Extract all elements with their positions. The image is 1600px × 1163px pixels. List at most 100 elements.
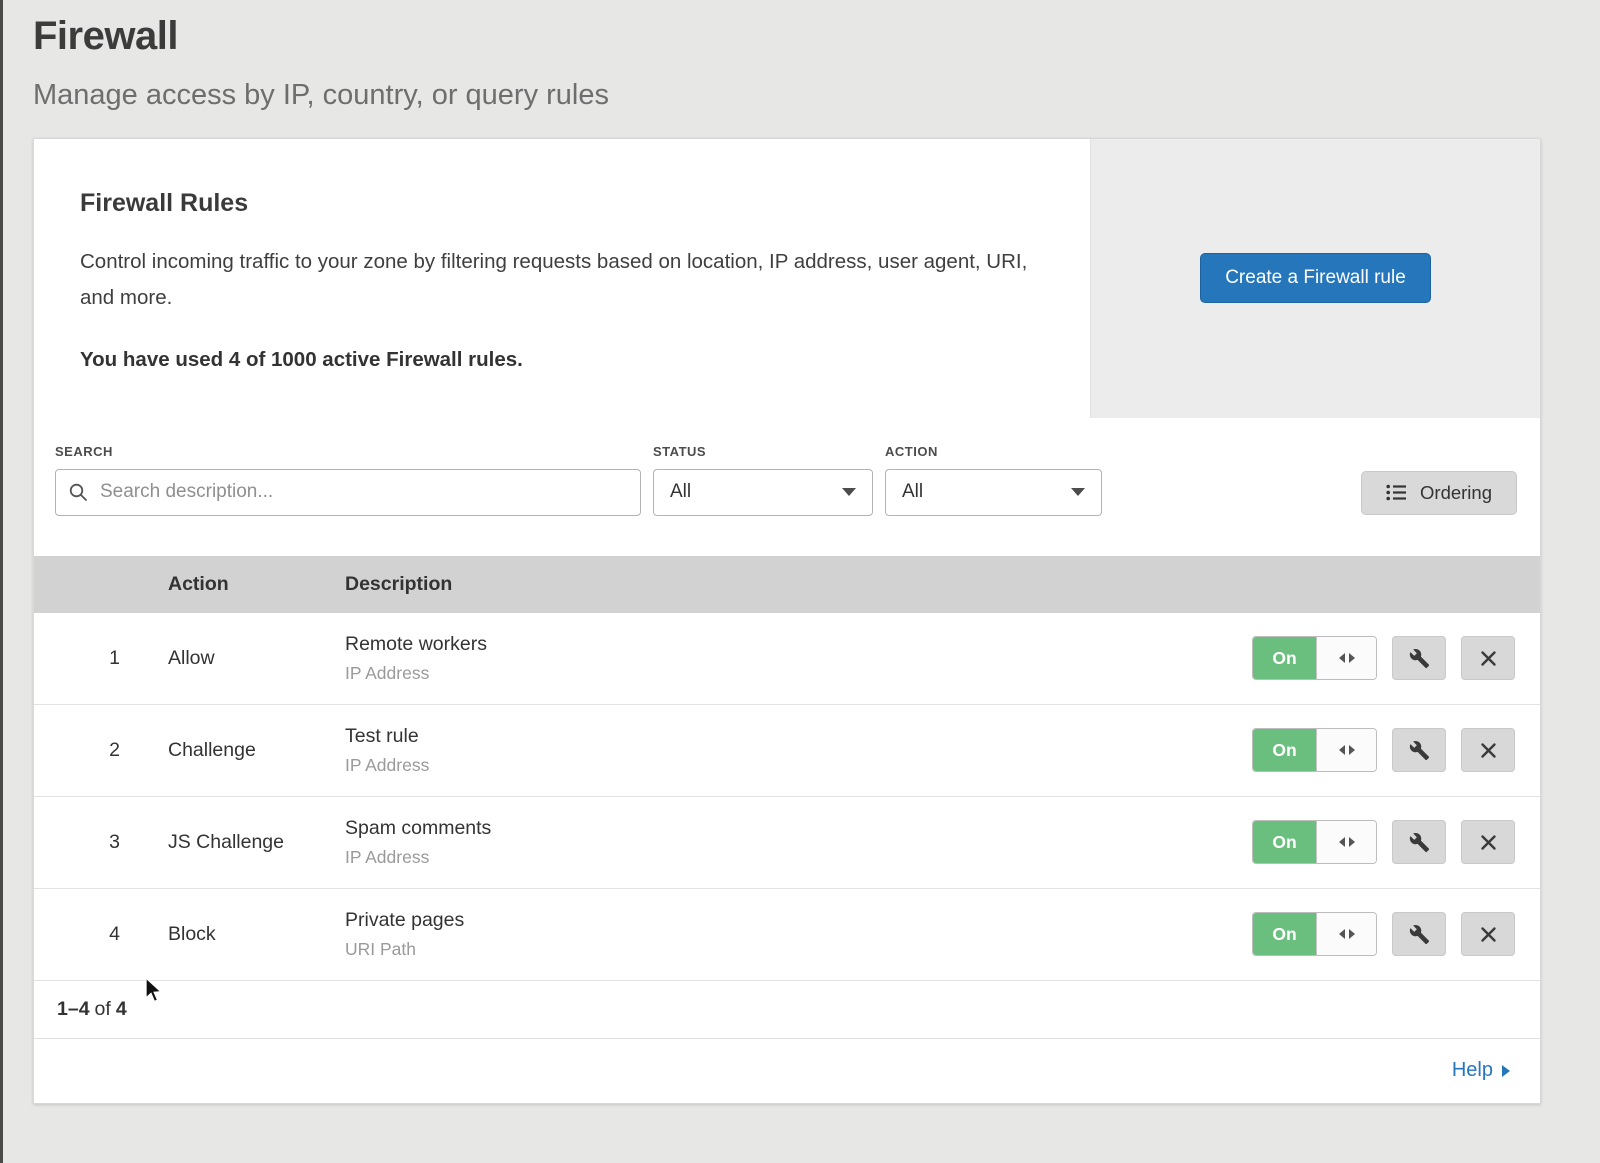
toggle-handle-icon [1316,821,1376,863]
rule-description-cell: Private pages URI Path [345,909,1251,960]
search-filter: SEARCH [55,444,641,516]
rule-enabled-toggle[interactable]: On [1252,912,1377,956]
rule-enabled-toggle[interactable]: On [1252,820,1377,864]
edit-rule-button[interactable] [1392,728,1446,772]
rule-description-cell: Remote workers IP Address [345,633,1251,684]
rule-description: Spam comments [345,817,1251,840]
rule-match-type: URI Path [345,939,1251,960]
close-icon [1480,650,1497,667]
toggle-handle-icon [1316,913,1376,955]
edit-rule-button[interactable] [1392,636,1446,680]
pagination-of: of [95,998,111,1021]
delete-rule-button[interactable] [1461,912,1515,956]
search-icon [68,482,89,503]
table-row: 4 Block Private pages URI Path On [34,889,1540,981]
rule-priority: 4 [34,923,168,946]
help-link[interactable]: Help [1452,1059,1510,1082]
card-heading: Firewall Rules [80,189,1050,218]
toggle-on-label: On [1253,821,1316,863]
firewall-rules-table: Action Description 1 Allow Remote worker… [34,556,1540,981]
chevron-down-icon [842,488,856,496]
wrench-icon [1409,924,1430,945]
wrench-icon [1409,832,1430,853]
chevron-right-icon [1502,1065,1510,1077]
action-filter: ACTION All [885,444,1102,516]
window-edge [0,0,3,1163]
ordering-filter: Ordering [1361,471,1517,516]
delete-rule-button[interactable] [1461,728,1515,772]
table-row: 2 Challenge Test rule IP Address On [34,705,1540,797]
search-label: SEARCH [55,444,641,459]
close-icon [1480,834,1497,851]
edit-rule-button[interactable] [1392,912,1446,956]
page-subtitle: Manage access by IP, country, or query r… [33,79,1541,112]
rule-description-cell: Spam comments IP Address [345,817,1251,868]
pagination-total: 4 [116,998,127,1021]
usage-note: You have used 4 of 1000 active Firewall … [80,348,1050,372]
search-input[interactable] [55,469,641,516]
ordering-button-label: Ordering [1420,482,1492,504]
firewall-rules-card: Firewall Rules Control incoming traffic … [33,138,1541,1104]
card-description: Control incoming traffic to your zone by… [80,244,1030,316]
page-title: Firewall [33,14,1541,59]
column-action: Action [168,573,345,596]
card-action-panel: Create a Firewall rule [1090,139,1540,418]
close-icon [1480,742,1497,759]
table-row: 1 Allow Remote workers IP Address On [34,613,1540,705]
close-icon [1480,926,1497,943]
toggle-on-label: On [1253,637,1316,679]
rule-priority: 2 [34,739,168,762]
rule-match-type: IP Address [345,663,1251,684]
rule-match-type: IP Address [345,755,1251,776]
rule-enabled-toggle[interactable]: On [1252,636,1377,680]
chevron-down-icon [1071,488,1085,496]
help-link-label: Help [1452,1059,1493,1082]
rule-action: Allow [168,647,345,670]
status-filter: STATUS All [653,444,873,516]
rule-action: Block [168,923,345,946]
rule-priority: 1 [34,647,168,670]
edit-rule-button[interactable] [1392,820,1446,864]
ordered-list-icon [1386,484,1407,501]
status-label: STATUS [653,444,873,459]
search-input-wrap [55,469,641,516]
ordering-button[interactable]: Ordering [1361,471,1517,515]
rule-controls: On [1251,820,1540,864]
rule-description: Remote workers [345,633,1251,656]
card-top-section: Firewall Rules Control incoming traffic … [34,139,1540,418]
rule-controls: On [1251,728,1540,772]
card-footer: Help [34,1039,1540,1103]
delete-rule-button[interactable] [1461,636,1515,680]
rule-match-type: IP Address [345,847,1251,868]
table-row: 3 JS Challenge Spam comments IP Address … [34,797,1540,889]
table-header: Action Description [34,556,1540,613]
rule-enabled-toggle[interactable]: On [1252,728,1377,772]
action-select[interactable]: All [885,469,1102,516]
toggle-handle-icon [1316,637,1376,679]
rule-description-cell: Test rule IP Address [345,725,1251,776]
status-select-value: All [670,481,691,503]
rule-action: JS Challenge [168,831,345,854]
delete-rule-button[interactable] [1461,820,1515,864]
pagination-range: 1–4 [57,998,90,1021]
create-firewall-rule-button[interactable]: Create a Firewall rule [1200,253,1431,303]
rule-description: Test rule [345,725,1251,748]
page-header: Firewall Manage access by IP, country, o… [33,0,1541,112]
action-label: ACTION [885,444,1102,459]
rule-action: Challenge [168,739,345,762]
toggle-handle-icon [1316,729,1376,771]
pagination: 1–4 of 4 [34,981,1540,1039]
filters-bar: SEARCH STATUS All ACTION [34,418,1540,556]
wrench-icon [1409,740,1430,761]
rule-description: Private pages [345,909,1251,932]
action-select-value: All [902,481,923,503]
rule-controls: On [1251,912,1540,956]
card-info: Firewall Rules Control incoming traffic … [34,139,1090,418]
toggle-on-label: On [1253,729,1316,771]
status-select[interactable]: All [653,469,873,516]
rule-controls: On [1251,636,1540,680]
toggle-on-label: On [1253,913,1316,955]
rule-priority: 3 [34,831,168,854]
wrench-icon [1409,648,1430,669]
firewall-page: Firewall Manage access by IP, country, o… [0,0,1600,1104]
